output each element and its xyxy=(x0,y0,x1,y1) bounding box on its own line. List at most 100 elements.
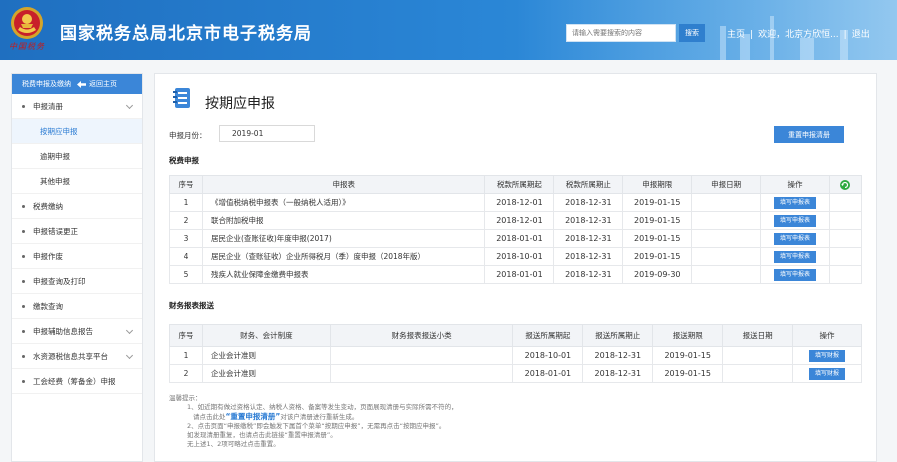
period-start: 2018-10-01 xyxy=(484,247,555,266)
fill-financial-report-button[interactable]: 填写财报 xyxy=(809,349,846,362)
bullet-icon xyxy=(22,354,25,358)
column-header: 序号 xyxy=(169,324,203,347)
row-index: 5 xyxy=(169,265,203,284)
fill-form-button[interactable]: 填写申报表 xyxy=(774,250,817,263)
tips-panel: 温馨提示： 1、如近期有做过资格认定、纳税人资格、备案等发生变动，页面展现清册与… xyxy=(169,394,809,449)
fill-form-button[interactable]: 填写申报表 xyxy=(774,268,817,281)
submit-date xyxy=(722,364,794,383)
sidebar-subitem-overdue-declaration[interactable]: 逾期申报 xyxy=(12,144,142,169)
refresh-icon[interactable] xyxy=(840,179,851,190)
table-row: 1 《增值税纳税申报表（一般纳税人适用）》 2018-12-01 2018-12… xyxy=(169,193,863,212)
action-cell: 填写申报表 xyxy=(760,265,830,284)
home-link[interactable]: 主页 xyxy=(727,27,745,40)
sidebar-item-label: 申报辅助信息报告 xyxy=(33,326,93,336)
notebook-icon xyxy=(173,88,190,108)
fill-form-button[interactable]: 填写申报表 xyxy=(774,232,817,245)
deadline: 2019-09-30 xyxy=(622,265,693,284)
column-header: 税款所属期止 xyxy=(553,175,624,194)
action-cell: 填写申报表 xyxy=(760,193,830,212)
reset-declaration-list-button[interactable]: 重置申报清册 xyxy=(774,126,844,143)
sidebar-header: 税费申报及缴纳 返回主页 xyxy=(12,74,142,94)
sidebar-item-label: 逾期申报 xyxy=(40,151,70,161)
tax-emblem-icon xyxy=(11,7,43,39)
period-label: 申报月份： xyxy=(169,131,207,140)
form-name: 残疾人就业保障金缴费申报表 xyxy=(201,265,486,284)
deadline: 2019-01-15 xyxy=(652,364,724,383)
sidebar: 税费申报及缴纳 返回主页 申报清册 按期应申报 逾期申报 其他申报 税费缴纳 申… xyxy=(11,73,143,462)
period-end: 2018-12-31 xyxy=(553,211,624,230)
form-name: 《增值税纳税申报表（一般纳税人适用）》 xyxy=(201,193,486,212)
sidebar-item-label: 其他申报 xyxy=(40,176,70,186)
sidebar-item-payment-query[interactable]: 缴款查询 xyxy=(12,294,142,319)
user-welcome-link[interactable]: 欢迎，北京方欣恒... xyxy=(758,27,839,40)
sidebar-item-label: 缴款查询 xyxy=(33,301,63,311)
refresh-column[interactable] xyxy=(828,175,863,194)
column-header: 序号 xyxy=(169,175,203,194)
period-end: 2018-12-31 xyxy=(582,364,654,383)
declaration-date xyxy=(691,211,762,230)
tips-line: 2、点击页面“申报缴税”即会触发下属首个菜单“按期应申报”，无需再点击“按期应申… xyxy=(187,422,446,430)
tips-text: 请点击此处 xyxy=(193,413,226,421)
bullet-icon xyxy=(22,104,25,108)
column-header: 申报期限 xyxy=(622,175,693,194)
period-month-input[interactable] xyxy=(219,125,315,142)
form-name: 居民企业（查账征收）企业所得税月（季）度申报（2018年版） xyxy=(201,247,486,266)
action-cell: 填写财报 xyxy=(792,346,862,365)
sidebar-subitem-other-declaration[interactable]: 其他申报 xyxy=(12,169,142,194)
logout-link[interactable]: 退出 xyxy=(852,27,870,40)
sidebar-item-declaration-list[interactable]: 申报清册 xyxy=(12,94,142,119)
column-header: 财务、会计制度 xyxy=(201,324,331,347)
column-header: 报送日期 xyxy=(722,324,794,347)
row-index: 2 xyxy=(169,364,203,383)
row-index: 4 xyxy=(169,247,203,266)
accounting-system: 企业会计准则 xyxy=(201,346,331,365)
row-index: 1 xyxy=(169,346,203,365)
fill-form-button[interactable]: 填写申报表 xyxy=(774,196,817,209)
bullet-icon xyxy=(22,379,25,383)
search-input[interactable] xyxy=(566,24,676,42)
tips-text: 对该户清册进行重新生成。 xyxy=(280,413,359,421)
reset-list-link[interactable]: “重置申报清册” xyxy=(226,412,281,421)
sidebar-item-water-resource-platform[interactable]: 水资源税信息共享平台 xyxy=(12,344,142,369)
back-home-link[interactable]: 返回主页 xyxy=(77,79,117,89)
sidebar-item-query-print[interactable]: 申报查询及打印 xyxy=(12,269,142,294)
empty-cell xyxy=(828,247,863,266)
action-cell: 填写申报表 xyxy=(760,211,830,230)
report-subtype xyxy=(329,364,514,383)
sidebar-item-label: 水资源税信息共享平台 xyxy=(33,351,108,361)
page-title: 按期应申报 xyxy=(205,96,275,112)
sidebar-item-tax-payment[interactable]: 税费缴纳 xyxy=(12,194,142,219)
row-index: 1 xyxy=(169,193,203,212)
link-separator: | xyxy=(750,30,754,40)
column-header: 报送所属期止 xyxy=(582,324,654,347)
sidebar-item-label: 申报查询及打印 xyxy=(33,276,86,286)
empty-cell xyxy=(828,211,863,230)
sidebar-subitem-periodic-declaration[interactable]: 按期应申报 xyxy=(12,119,142,144)
period-end: 2018-12-31 xyxy=(553,193,624,212)
sidebar-item-auxiliary-report[interactable]: 申报辅助信息报告 xyxy=(12,319,142,344)
back-arrow-icon xyxy=(77,80,86,88)
period-end: 2018-12-31 xyxy=(553,265,624,284)
declaration-date xyxy=(691,265,762,284)
deadline: 2019-01-15 xyxy=(652,346,724,365)
sidebar-item-error-correction[interactable]: 申报错误更正 xyxy=(12,219,142,244)
action-cell: 填写财报 xyxy=(792,364,862,383)
table-row: 2 联合附加税申报 2018-12-01 2018-12-31 2019-01-… xyxy=(169,211,863,230)
sidebar-item-union-fee[interactable]: 工会经费（筹备金）申报 xyxy=(12,369,142,394)
sidebar-item-declaration-void[interactable]: 申报作废 xyxy=(12,244,142,269)
fill-form-button[interactable]: 填写申报表 xyxy=(774,214,817,227)
search-button[interactable]: 搜索 xyxy=(679,24,705,42)
bullet-icon xyxy=(22,304,25,308)
column-header: 申报日期 xyxy=(691,175,762,194)
finance-section-title: 财务报表报送 xyxy=(169,301,214,310)
tips-title: 温馨提示： xyxy=(169,394,202,402)
sidebar-item-label: 申报作废 xyxy=(33,251,63,261)
fill-financial-report-button[interactable]: 填写财报 xyxy=(809,367,846,380)
column-header: 操作 xyxy=(792,324,862,347)
period-end: 2018-12-31 xyxy=(553,247,624,266)
table-row: 2 企业会计准则 2018-01-01 2018-12-31 2019-01-1… xyxy=(169,364,862,383)
row-index: 2 xyxy=(169,211,203,230)
period-start: 2018-01-01 xyxy=(512,364,584,383)
period-end: 2018-12-31 xyxy=(582,346,654,365)
period-start: 2018-10-01 xyxy=(512,346,584,365)
